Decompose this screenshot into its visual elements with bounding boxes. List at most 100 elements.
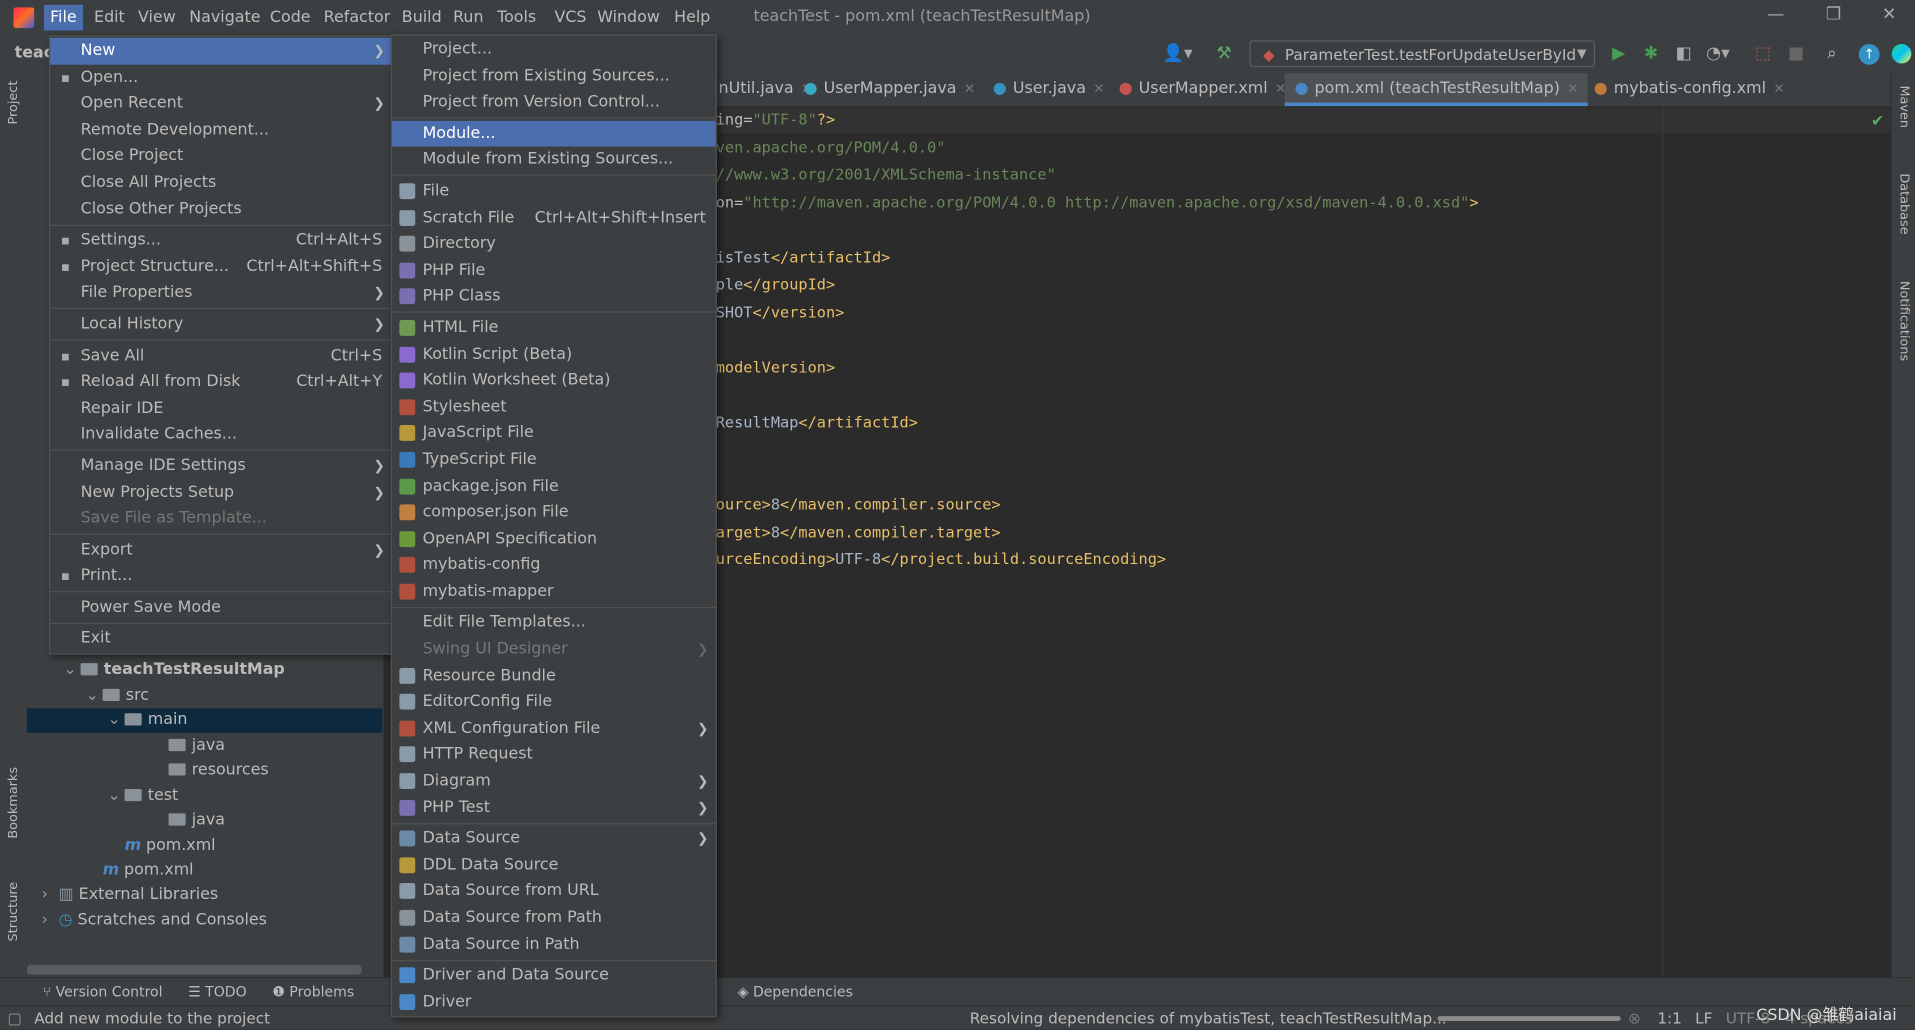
close-tab-icon[interactable]: ✕ [964,81,975,97]
menu-item-close-project[interactable]: Close Project [50,143,392,169]
menu-item-mybatis-mapper[interactable]: mybatis-mapper [392,579,716,605]
tree-item-pom-xml[interactable]: m pom.xml [27,859,382,883]
menu-item-html-file[interactable]: HTML File [392,315,716,341]
menu-item-scratch-file[interactable]: Scratch File Ctrl+Alt+Shift+Insert [392,205,716,231]
tab-pom-xml[interactable]: ● pom.xml (teachTestResultMap) ✕ [1284,73,1589,107]
maven-tool-button[interactable]: Maven [1897,85,1912,128]
database-tool-button[interactable]: Database [1897,173,1912,234]
menu-item-project-structure[interactable]: ▪ Project Structure... Ctrl+Alt+Shift+S [50,254,392,280]
code-with-me-icon[interactable] [1891,43,1912,64]
menu-item-javascript-file[interactable]: JavaScript File [392,421,716,447]
menu-item-manage-ide-settings[interactable]: Manage IDE Settings ❯ [50,453,392,479]
tab-usermapper-xml[interactable]: ● UserMapper.xml ✕ [1109,73,1296,106]
menu-help[interactable]: Help [668,5,716,31]
tab-usermapper-java[interactable]: ● UserMapper.java ✕ [794,73,985,106]
close-tab-icon[interactable]: ✕ [1567,81,1578,97]
menu-item-xml-configuration-file[interactable]: XML Configuration File ❯ [392,715,716,741]
menu-item-editorconfig-file[interactable]: EditorConfig File [392,689,716,715]
menu-item-package-json-file[interactable]: package.json File [392,473,716,499]
menu-item-new[interactable]: New ❯ [50,37,393,65]
menu-item-close-other-projects[interactable]: Close Other Projects [50,196,392,222]
structure-tool-button[interactable]: Structure [6,882,21,942]
expand-arrow-icon[interactable]: › [42,883,48,907]
menu-item-file-properties[interactable]: File Properties ❯ [50,280,392,306]
line-separator[interactable]: LF [1695,1009,1712,1027]
tree-item-main[interactable]: ⌄ main [26,708,383,733]
menu-item-project[interactable]: Project... [392,37,716,63]
menu-item-ddl-data-source[interactable]: DDL Data Source [392,852,716,878]
tab-user-java[interactable]: ● User.java ✕ [983,73,1114,106]
build-hammer-icon[interactable]: ⚒ [1216,44,1231,64]
project-name-breadcrumb[interactable]: teac [15,44,53,62]
menu-window[interactable]: Window [591,5,666,31]
tree-item-java[interactable]: java [27,734,382,758]
coverage-icon[interactable]: ◧ [1676,44,1692,64]
toggle-tool-windows-icon[interactable]: ▢ [7,1009,21,1027]
menu-item-diagram[interactable]: Diagram ❯ [392,768,716,794]
notifications-tool-button[interactable]: Notifications [1897,281,1912,361]
menu-item-local-history[interactable]: Local History ❯ [50,311,392,337]
menu-view[interactable]: View [132,5,182,31]
menu-refactor[interactable]: Refactor [318,5,397,31]
menu-item-driver-and-data-source[interactable]: Driver and Data Source [392,963,716,989]
menu-item-exit[interactable]: Exit [50,626,392,652]
menu-item-composer-json-file[interactable]: composer.json File [392,500,716,526]
menu-item-module-from-existing-sources[interactable]: Module from Existing Sources... [392,147,716,173]
menu-item-data-source-in-path[interactable]: Data Source in Path [392,931,716,957]
expand-arrow-icon[interactable]: › [42,909,48,933]
menu-edit[interactable]: Edit [88,5,131,31]
menu-item-data-source[interactable]: Data Source ❯ [392,826,716,852]
menu-run[interactable]: Run [447,5,490,31]
tree-item-src[interactable]: ⌄ src [27,684,382,708]
expand-arrow-icon[interactable]: ⌄ [64,658,77,682]
no-problems-check-icon[interactable]: ✔ [1871,112,1884,130]
menu-item-module[interactable]: Module... [392,120,716,148]
menu-item-php-class[interactable]: PHP Class [392,284,716,310]
menu-item-reload-all-from-disk[interactable]: ▪ Reload All from Disk Ctrl+Alt+Y [50,369,392,395]
menu-item-kotlin-script-beta[interactable]: Kotlin Script (Beta) [392,341,716,367]
expand-arrow-icon[interactable]: ⌄ [107,708,120,732]
debug-icon[interactable]: ✱ [1644,44,1658,64]
search-icon[interactable]: ⌕ [1827,44,1837,64]
caret-position[interactable]: 1:1 [1657,1009,1682,1027]
bookmarks-tool-button[interactable]: Bookmarks [6,767,21,839]
background-task-label[interactable]: Resolving dependencies of mybatisTest, t… [970,1009,1447,1027]
version-control-tool-button[interactable]: ⑂ Version Control [43,983,163,1000]
menu-item-data-source-from-url[interactable]: Data Source from URL [392,879,716,905]
menu-item-project-from-version-control[interactable]: Project from Version Control... [392,89,716,115]
menu-item-openapi-specification[interactable]: OpenAPI Specification [392,526,716,552]
problems-tool-button[interactable]: ❶ Problems [272,983,354,1000]
menu-item-power-save-mode[interactable]: Power Save Mode [50,595,392,621]
tab-mybatis-config-xml[interactable]: ● mybatis-config.xml ✕ [1584,73,1794,106]
menu-item-kotlin-worksheet-beta[interactable]: Kotlin Worksheet (Beta) [392,368,716,394]
menu-item-stylesheet[interactable]: Stylesheet [392,394,716,420]
tree-item-java[interactable]: java [27,809,382,833]
menu-item-project-from-existing-sources[interactable]: Project from Existing Sources... [392,63,716,89]
menu-item-settings[interactable]: ▪ Settings... Ctrl+Alt+S [50,227,392,253]
menu-item-file[interactable]: File [392,178,716,204]
close-tab-icon[interactable]: ✕ [1093,81,1104,97]
menu-item-typescript-file[interactable]: TypeScript File [392,447,716,473]
expand-arrow-icon[interactable]: ⌄ [107,784,120,808]
menu-file[interactable]: File [43,4,83,31]
stop-icon[interactable]: ■ [1788,44,1804,64]
menu-item-edit-file-templates[interactable]: Edit File Templates... [392,610,716,636]
close-window-button[interactable]: ✕ [1882,5,1896,25]
user-icon[interactable]: 👤▾ [1163,44,1193,64]
project-tool-button[interactable]: Project [6,81,21,125]
dependencies-tool-button[interactable]: ◈ Dependencies [738,983,853,1000]
tree-item-teachtestresultmap[interactable]: ⌄ teachTestResultMap [27,658,382,682]
tree-item-scratches-and-consoles[interactable]: › ◷ Scratches and Consoles [27,909,382,933]
menu-item-remote-development[interactable]: Remote Development... [50,117,392,143]
menu-item-open-recent[interactable]: Open Recent ❯ [50,91,392,117]
menu-item-directory[interactable]: Directory [392,231,716,257]
menu-item-mybatis-config[interactable]: mybatis-config [392,552,716,578]
maximize-button[interactable]: ❐ [1826,5,1841,25]
menu-item-repair-ide[interactable]: Repair IDE [50,395,392,421]
tree-item-pom-xml[interactable]: m pom.xml [27,834,382,858]
run-configuration-select[interactable]: ◆ ParameterTest.testForUpdateUserById ▼ [1249,40,1596,68]
menu-item-http-request[interactable]: HTTP Request [392,742,716,768]
tree-item-external-libraries[interactable]: › ▥ External Libraries [27,883,382,907]
menu-item-driver[interactable]: Driver [392,989,716,1015]
menu-item-resource-bundle[interactable]: Resource Bundle [392,663,716,689]
